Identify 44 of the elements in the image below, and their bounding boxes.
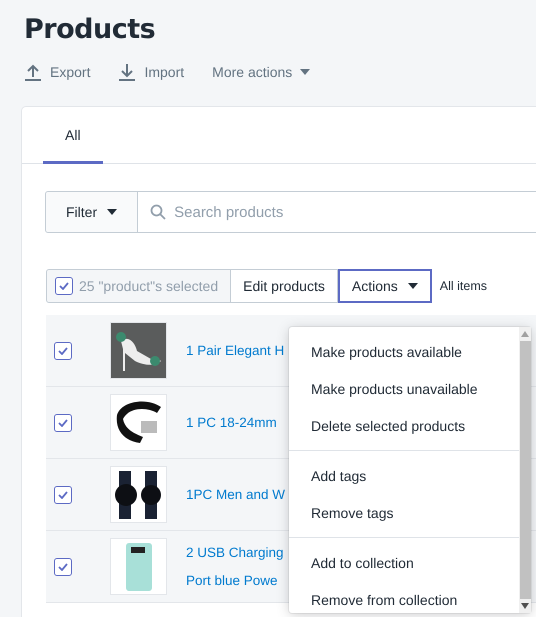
menu-item[interactable]: Remove from collection <box>289 581 519 617</box>
checkmark-icon <box>59 282 69 290</box>
product-title-link[interactable]: 1PC Men and W <box>186 480 286 508</box>
checkbox[interactable] <box>54 414 72 432</box>
all-items-label: All items <box>440 279 488 293</box>
upload-icon <box>24 63 42 81</box>
page-title: Products <box>24 14 156 45</box>
watch-strap-photo <box>111 395 166 450</box>
product-title-link[interactable]: 2 USB Charging Port blue Powe <box>186 538 284 594</box>
download-icon <box>118 63 136 81</box>
menu-item[interactable]: Remove tags <box>289 494 519 531</box>
checkmark-icon <box>58 490 68 498</box>
product-title-link[interactable]: 1 Pair Elegant H <box>186 336 284 364</box>
actions-button[interactable]: Actions <box>338 269 432 303</box>
filter-button[interactable]: Filter <box>45 191 138 233</box>
watches-photo <box>111 467 166 522</box>
checkbox[interactable] <box>54 558 72 576</box>
menu-item[interactable]: Add tags <box>289 457 519 494</box>
import-button[interactable]: Import <box>118 63 184 81</box>
menu-item[interactable]: Delete selected products <box>289 407 519 444</box>
scrollbar[interactable] <box>519 327 531 613</box>
checkbox[interactable] <box>55 277 73 295</box>
checkbox[interactable] <box>54 342 72 360</box>
menu-item[interactable]: Make products unavailable <box>289 370 519 407</box>
checkbox[interactable] <box>54 486 72 504</box>
edit-products-button[interactable]: Edit products <box>231 269 338 303</box>
export-button[interactable]: Export <box>24 63 90 81</box>
checkmark-icon <box>58 562 68 570</box>
caret-icon <box>107 209 118 215</box>
scroll-down-arrow-icon[interactable] <box>521 603 529 609</box>
checkmark-icon <box>58 418 68 426</box>
menu-item[interactable]: Add to collection <box>289 544 519 581</box>
tab[interactable]: All <box>43 107 103 164</box>
caret-icon <box>300 69 310 75</box>
search-icon <box>150 204 166 220</box>
power-bank-photo <box>111 539 166 594</box>
checkmark-icon <box>58 346 68 354</box>
caret-icon <box>408 283 418 289</box>
more-actions-button[interactable]: More actions <box>212 64 310 80</box>
menu-item[interactable]: Make products available <box>289 333 519 370</box>
search-field[interactable]: Search products <box>138 191 536 233</box>
product-title-link[interactable]: 1 PC 18-24mm <box>186 408 277 436</box>
shoe-photo <box>111 323 166 378</box>
selected-count: 25 "product"s selected <box>79 278 218 294</box>
